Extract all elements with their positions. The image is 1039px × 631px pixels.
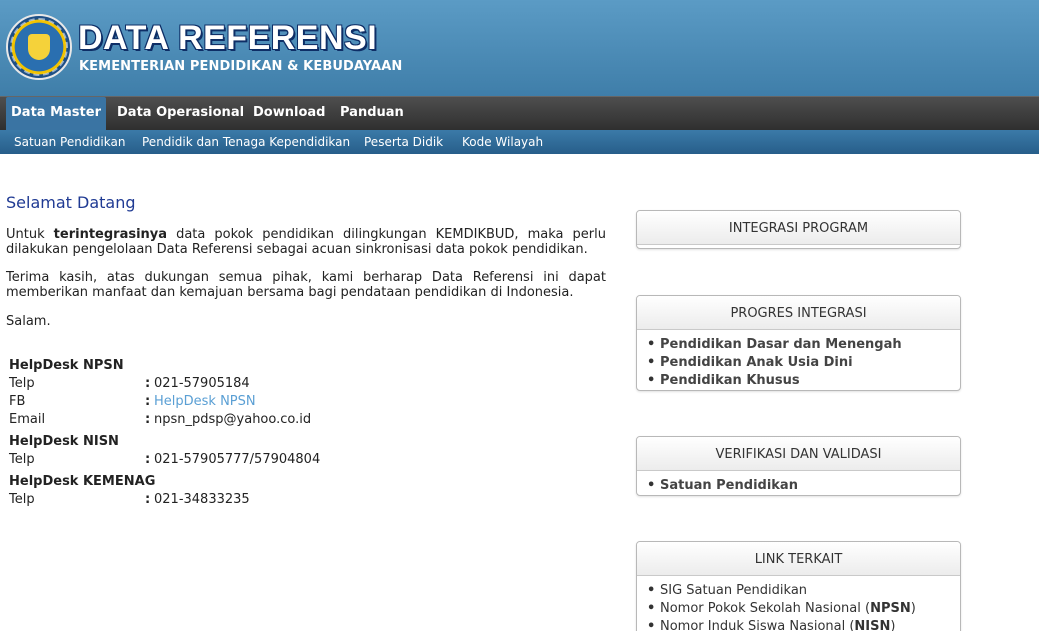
nav-download[interactable]: Download: [253, 97, 325, 130]
sub-nav: Satuan Pendidikan Pendidik dan Tenaga Ke…: [0, 130, 1039, 154]
thanks-paragraph: Terima kasih, atas dukungan semua pihak,…: [6, 270, 606, 300]
panel-title: LINK TERKAIT: [637, 542, 960, 576]
subnav-kode-wilayah[interactable]: Kode Wilayah: [462, 130, 543, 154]
link-item-sig[interactable]: SIG Satuan Pendidikan: [647, 582, 960, 600]
helpdesk-colon: :: [145, 452, 151, 467]
helpdesk-label: Telp: [9, 452, 35, 467]
site-header: DATA REFERENSI KEMENTERIAN PENDIDIKAN & …: [0, 0, 1039, 96]
intro-bold: terintegrasinya: [53, 227, 168, 242]
link-bold: NPSN: [870, 601, 911, 616]
progres-item-dikdasmen[interactable]: Pendidikan Dasar dan Menengah: [647, 336, 960, 354]
link-text: Nomor Pokok Sekolah Nasional (: [660, 601, 871, 616]
site-subtitle: KEMENTERIAN PENDIDIKAN & KEBUDAYAAN: [79, 59, 403, 74]
helpdesk-label: FB: [9, 394, 26, 409]
page-title: Selamat Datang: [6, 193, 136, 212]
link-item-npsn[interactable]: Nomor Pokok Sekolah Nasional (NPSN): [647, 600, 960, 618]
nav-data-operasional[interactable]: Data Operasional: [117, 97, 244, 130]
subnav-peserta-didik[interactable]: Peserta Didik: [364, 130, 443, 154]
progres-item-pendidikan-khusus[interactable]: Pendidikan Khusus: [647, 372, 960, 390]
helpdesk-npsn-title: HelpDesk NPSN: [9, 358, 124, 373]
progres-list: Pendidikan Dasar dan Menengah Pendidikan…: [637, 330, 960, 390]
helpdesk-nisn-telp: 021-57905777/57904804: [154, 452, 321, 467]
panel-title: INTEGRASI PROGRAM: [637, 211, 960, 245]
main-nav: Data Master Data Operasional Download Pa…: [0, 96, 1039, 130]
helpdesk-label: Telp: [9, 376, 35, 391]
panel-title: PROGRES INTEGRASI: [637, 296, 960, 330]
nav-data-master[interactable]: Data Master: [6, 97, 106, 130]
progres-item-paud[interactable]: Pendidikan Anak Usia Dini: [647, 354, 960, 372]
subnav-pendidik-tenaga-kependidikan[interactable]: Pendidik dan Tenaga Kependidikan: [142, 130, 350, 154]
helpdesk-colon: :: [145, 492, 151, 507]
panel-progres-integrasi: PROGRES INTEGRASI Pendidikan Dasar dan M…: [636, 295, 961, 391]
intro-paragraph: Untuk terintegrasinya data pokok pendidi…: [6, 227, 606, 257]
helpdesk-colon: :: [145, 376, 151, 391]
helpdesk-kemenag-telp: 021-34833235: [154, 492, 250, 507]
link-end: ): [890, 619, 896, 631]
site-title[interactable]: DATA REFERENSI: [78, 20, 377, 56]
link-end: ): [910, 601, 916, 616]
helpdesk-kemenag-title: HelpDesk KEMENAG: [9, 474, 156, 489]
helpdesk-npsn-telp: 021-57905184: [154, 376, 250, 391]
link-bold: NISN: [854, 619, 891, 631]
helpdesk-colon: :: [145, 394, 151, 409]
helpdesk-npsn-fb-link[interactable]: HelpDesk NPSN: [154, 394, 256, 409]
panel-title: VERIFIKASI DAN VALIDASI: [637, 437, 960, 471]
tut-wuri-handayani-logo-icon[interactable]: [6, 14, 72, 80]
salam-text: Salam.: [6, 314, 51, 329]
helpdesk-nisn-title: HelpDesk NISN: [9, 434, 119, 449]
link-item-nisn[interactable]: Nomor Induk Siswa Nasional (NISN): [647, 618, 960, 631]
nav-panduan[interactable]: Panduan: [340, 97, 404, 130]
verifikasi-list: Satuan Pendidikan: [637, 471, 960, 495]
intro-prefix: Untuk: [6, 227, 54, 242]
subnav-satuan-pendidikan[interactable]: Satuan Pendidikan: [14, 130, 125, 154]
panel-verifikasi-validasi: VERIFIKASI DAN VALIDASI Satuan Pendidika…: [636, 436, 961, 496]
verifikasi-item-satuan-pendidikan[interactable]: Satuan Pendidikan: [647, 477, 960, 495]
logo-emblem: [28, 34, 50, 60]
helpdesk-label: Email: [9, 412, 46, 427]
link-text: SIG Satuan Pendidikan: [660, 583, 808, 598]
panel-integrasi-program: INTEGRASI PROGRAM: [636, 210, 961, 249]
link-text: Nomor Induk Siswa Nasional (: [660, 619, 855, 631]
helpdesk-colon: :: [145, 412, 151, 427]
helpdesk-npsn-email: npsn_pdsp@yahoo.co.id: [154, 412, 312, 427]
helpdesk-label: Telp: [9, 492, 35, 507]
panel-link-terkait: LINK TERKAIT SIG Satuan Pendidikan Nomor…: [636, 541, 961, 631]
link-list: SIG Satuan Pendidikan Nomor Pokok Sekola…: [637, 576, 960, 631]
